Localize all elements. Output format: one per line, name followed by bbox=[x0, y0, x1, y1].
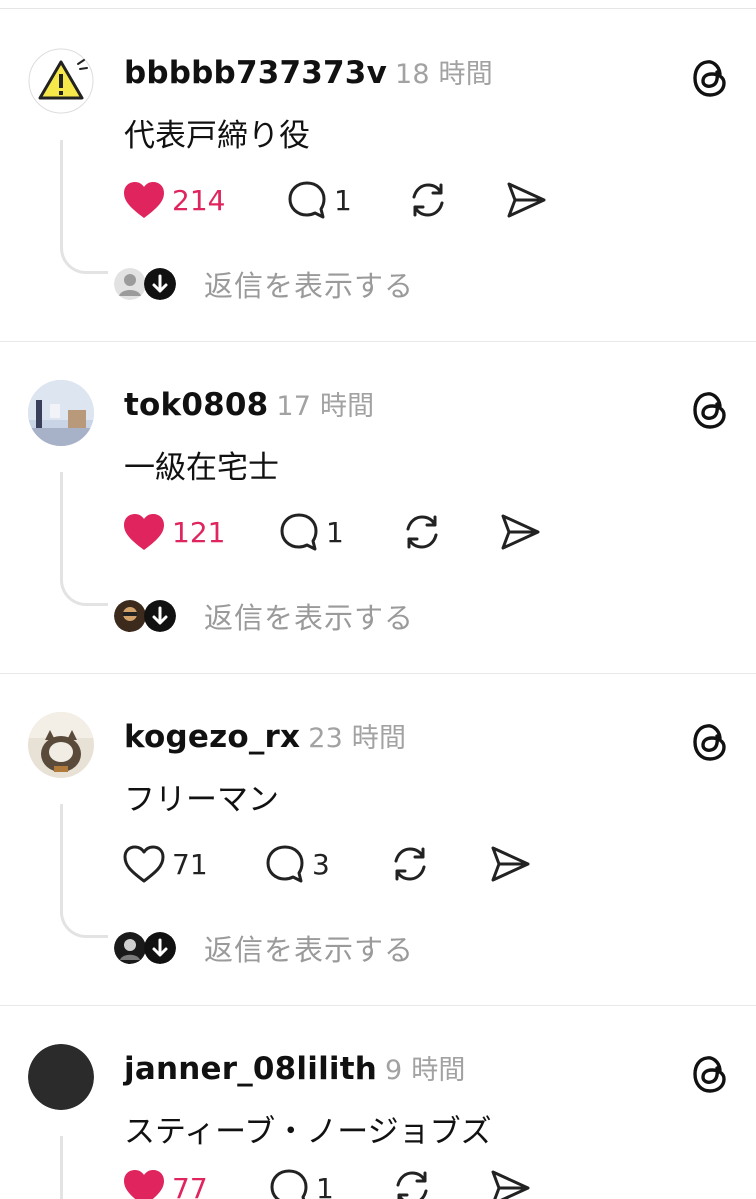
post: kogezo_rx 23 時間 フリーマン 71 3 返信を表示する bbox=[0, 674, 756, 1006]
post-actions: 71 3 bbox=[122, 842, 582, 886]
timestamp: 9 時間 bbox=[385, 1055, 466, 1086]
comment-bubble-icon bbox=[278, 511, 320, 553]
like-count: 121 bbox=[172, 515, 226, 549]
comment-count: 1 bbox=[326, 515, 344, 549]
like-button[interactable]: 214 bbox=[122, 178, 225, 222]
threads-logo-icon[interactable] bbox=[690, 720, 730, 764]
comment-button[interactable]: 1 bbox=[268, 1166, 334, 1199]
thread-line bbox=[60, 1136, 108, 1199]
repost-icon bbox=[390, 1167, 434, 1199]
view-replies-label: 返信を表示する bbox=[204, 933, 415, 967]
send-icon bbox=[488, 1167, 532, 1199]
post-header: janner_08lilith 9 時間 bbox=[124, 1048, 466, 1087]
heart-filled-icon bbox=[122, 1168, 166, 1199]
timestamp: 18 時間 bbox=[394, 59, 493, 90]
username[interactable]: bbbbb737373v bbox=[124, 55, 387, 91]
like-button[interactable]: 71 bbox=[122, 842, 208, 886]
post-header: bbbbb737373v 18 時間 bbox=[124, 52, 493, 91]
like-count: 71 bbox=[172, 847, 208, 881]
threads-logo-icon[interactable] bbox=[690, 56, 730, 100]
heart-filled-icon bbox=[122, 512, 166, 552]
comment-button[interactable]: 1 bbox=[286, 178, 352, 222]
heart-outline-icon bbox=[122, 844, 166, 884]
repost-icon bbox=[388, 843, 432, 885]
top-divider bbox=[0, 8, 756, 9]
view-replies[interactable]: 返信を表示する bbox=[114, 928, 414, 968]
post-text: 代表戸締り役 bbox=[124, 118, 310, 154]
username[interactable]: janner_08lilith bbox=[124, 1051, 377, 1087]
post-actions: 121 1 bbox=[122, 510, 582, 554]
post-actions: 214 1 bbox=[122, 178, 582, 222]
repost-button[interactable] bbox=[406, 178, 450, 222]
send-icon bbox=[504, 179, 548, 221]
view-replies-label: 返信を表示する bbox=[204, 601, 415, 635]
username[interactable]: kogezo_rx bbox=[124, 719, 300, 755]
view-replies-label: 返信を表示する bbox=[204, 269, 415, 303]
send-icon bbox=[498, 511, 542, 553]
post-text: 一級在宅士 bbox=[124, 450, 279, 486]
timestamp: 23 時間 bbox=[308, 723, 407, 754]
replier-avatar bbox=[114, 268, 146, 300]
comment-button[interactable]: 3 bbox=[264, 842, 330, 886]
view-replies[interactable]: 返信を表示する bbox=[114, 264, 414, 304]
heart-filled-icon bbox=[122, 180, 166, 220]
avatar[interactable] bbox=[28, 380, 94, 446]
thread-line bbox=[60, 472, 108, 606]
avatar[interactable] bbox=[28, 48, 94, 114]
repost-icon bbox=[400, 511, 444, 553]
post: tok0808 17 時間 一級在宅士 121 1 返信を表示する bbox=[0, 342, 756, 674]
repost-icon bbox=[406, 179, 450, 221]
post: janner_08lilith 9 時間 スティーブ・ノージョブズ 77 1 bbox=[0, 1006, 756, 1199]
replier-avatar bbox=[114, 600, 146, 632]
arrow-down-circle-icon bbox=[144, 932, 176, 964]
like-button[interactable]: 77 bbox=[122, 1166, 208, 1199]
post: bbbbb737373v 18 時間 代表戸締り役 214 1 返信を表示する bbox=[0, 10, 756, 342]
view-replies[interactable]: 返信を表示する bbox=[114, 596, 414, 636]
comment-bubble-icon bbox=[264, 843, 306, 885]
post-header: kogezo_rx 23 時間 bbox=[124, 716, 406, 755]
threads-logo-icon[interactable] bbox=[690, 1052, 730, 1096]
comment-button[interactable]: 1 bbox=[278, 510, 344, 554]
avatar[interactable] bbox=[28, 1044, 94, 1110]
threads-logo-icon[interactable] bbox=[690, 388, 730, 432]
comment-bubble-icon bbox=[286, 179, 328, 221]
avatar[interactable] bbox=[28, 712, 94, 778]
repost-button[interactable] bbox=[390, 1166, 434, 1199]
repost-button[interactable] bbox=[400, 510, 444, 554]
replier-avatar bbox=[114, 932, 146, 964]
timestamp: 17 時間 bbox=[276, 391, 375, 422]
send-icon bbox=[488, 843, 532, 885]
share-button[interactable] bbox=[504, 178, 548, 222]
thread-line bbox=[60, 804, 108, 938]
post-actions: 77 1 bbox=[122, 1166, 582, 1199]
post-text: フリーマン bbox=[124, 782, 279, 818]
arrow-down-circle-icon bbox=[144, 268, 176, 300]
username[interactable]: tok0808 bbox=[124, 387, 268, 423]
arrow-down-circle-icon bbox=[144, 600, 176, 632]
share-button[interactable] bbox=[488, 842, 532, 886]
comment-bubble-icon bbox=[268, 1167, 310, 1199]
like-count: 214 bbox=[172, 183, 226, 217]
like-count: 77 bbox=[172, 1171, 208, 1199]
comment-count: 1 bbox=[316, 1171, 334, 1199]
comment-count: 3 bbox=[312, 847, 330, 881]
share-button[interactable] bbox=[488, 1166, 532, 1199]
share-button[interactable] bbox=[498, 510, 542, 554]
repost-button[interactable] bbox=[388, 842, 432, 886]
post-header: tok0808 17 時間 bbox=[124, 384, 374, 423]
thread-line bbox=[60, 140, 108, 274]
comment-count: 1 bbox=[334, 183, 352, 217]
like-button[interactable]: 121 bbox=[122, 510, 225, 554]
post-text: スティーブ・ノージョブズ bbox=[124, 1114, 492, 1150]
